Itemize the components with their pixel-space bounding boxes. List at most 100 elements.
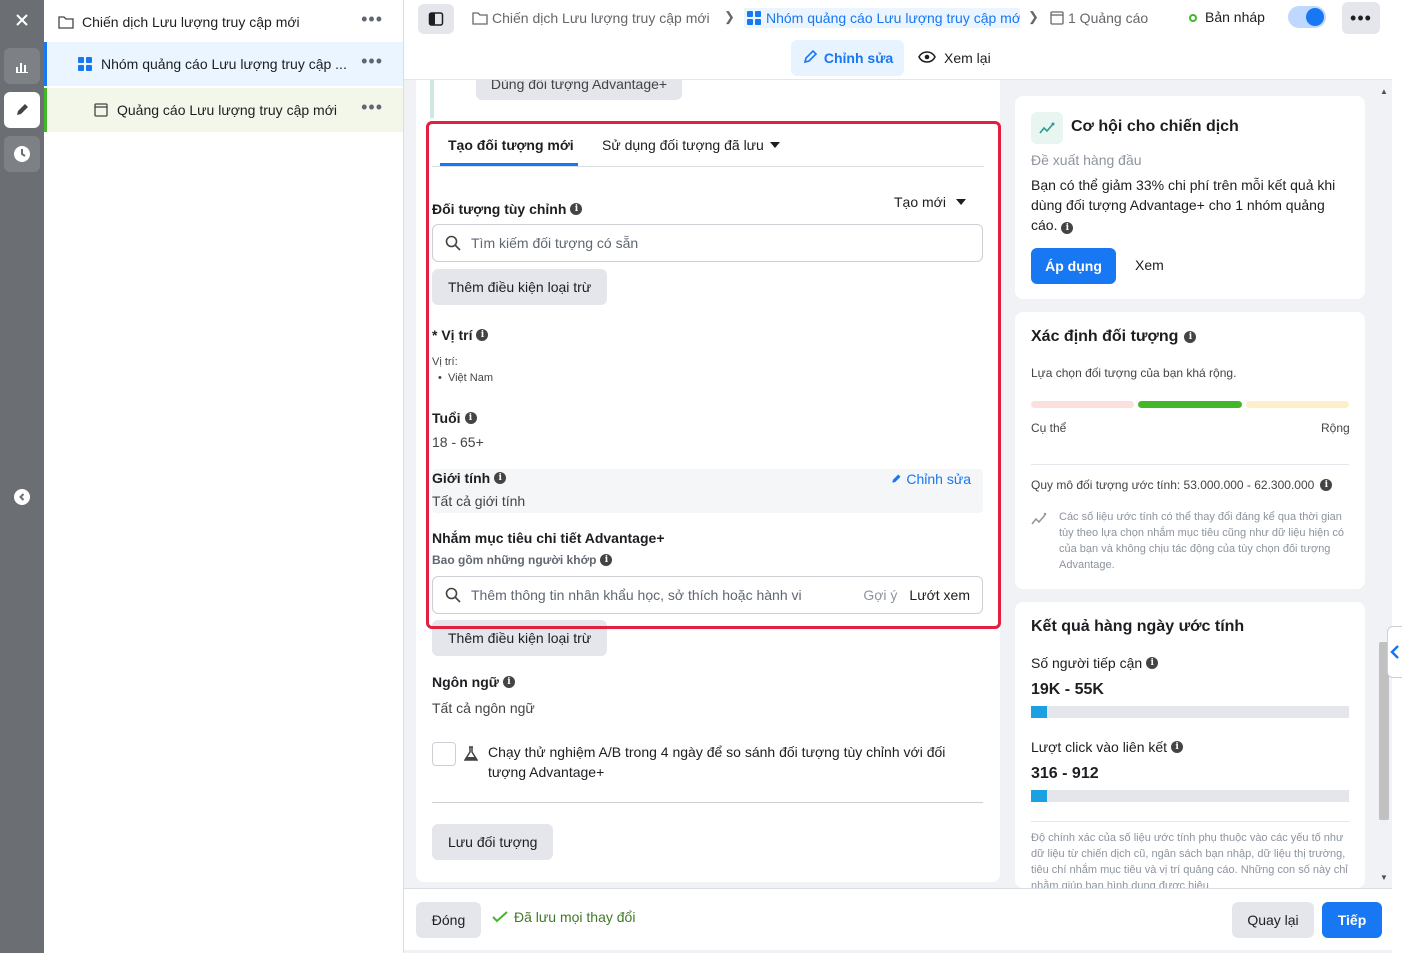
browse-link[interactable]: Lướt xem bbox=[909, 587, 970, 603]
search-icon bbox=[445, 235, 461, 251]
pencil-icon bbox=[892, 474, 901, 483]
info-icon[interactable]: i bbox=[1184, 331, 1197, 343]
more-options-button[interactable]: ••• bbox=[1342, 2, 1380, 34]
tree-item-label: Chiến dịch Lưu lượng truy cập mới bbox=[82, 14, 300, 30]
scroll-down-icon[interactable]: ▼ bbox=[1380, 873, 1388, 882]
tree-item-adset[interactable]: Nhóm quảng cáo Lưu lượng truy cập ... ••… bbox=[44, 42, 403, 86]
ad-icon bbox=[1050, 11, 1064, 25]
add-exclusion-button-2[interactable]: Thêm điều kiện loại trừ bbox=[432, 620, 608, 656]
info-icon[interactable]: i bbox=[1320, 479, 1333, 491]
side-panel-tab[interactable] bbox=[1387, 626, 1402, 678]
reach-bar bbox=[1031, 706, 1349, 718]
clock-icon[interactable] bbox=[4, 136, 40, 172]
next-button[interactable]: Tiếp bbox=[1322, 902, 1382, 938]
info-icon[interactable]: i bbox=[464, 412, 477, 424]
audience-definition-title: Xác định đối tượng i bbox=[1031, 328, 1197, 346]
audience-definition-card: Xác định đối tượng i Lựa chọn đối tượng … bbox=[1015, 312, 1365, 589]
adset-toggle[interactable] bbox=[1288, 6, 1326, 28]
suggest-link[interactable]: Gợi ý bbox=[863, 587, 897, 603]
eye-icon bbox=[918, 50, 936, 66]
ab-test-checkbox[interactable] bbox=[432, 742, 456, 766]
breadcrumb-campaign[interactable]: Chiến dịch Lưu lượng truy cập mới bbox=[472, 8, 712, 28]
advantage-plus-icon: + bbox=[656, 530, 665, 546]
opportunity-subtitle: Đề xuất hàng đầu bbox=[1031, 152, 1142, 168]
draft-status: Bản nháp bbox=[1205, 9, 1265, 25]
sparkle-chart-icon bbox=[1031, 112, 1063, 144]
info-icon[interactable]: i bbox=[1061, 222, 1074, 234]
info-icon[interactable]: i bbox=[476, 329, 489, 341]
grid-icon bbox=[746, 10, 762, 26]
opportunity-body: Bạn có thể giảm 33% chi phí trên mỗi kết… bbox=[1031, 177, 1336, 234]
info-icon[interactable]: i bbox=[494, 472, 507, 484]
tree-item-ad[interactable]: Quảng cáo Lưu lượng truy cập mới ••• bbox=[44, 88, 403, 132]
review-mode-button[interactable]: Xem lại bbox=[918, 40, 991, 76]
gender-edit-link[interactable]: Chỉnh sửa bbox=[890, 471, 971, 487]
info-icon[interactable]: i bbox=[600, 554, 613, 566]
apply-button[interactable]: Áp dụng bbox=[1031, 248, 1116, 284]
flask-icon bbox=[463, 746, 479, 765]
search-icon bbox=[445, 587, 461, 603]
breadcrumb-ads[interactable]: 1 Quảng cáo bbox=[1050, 8, 1160, 28]
search-actions: Gợi ý Lướt xem bbox=[863, 587, 970, 603]
info-icon[interactable]: i bbox=[1171, 741, 1184, 753]
more-icon[interactable]: ••• bbox=[361, 10, 383, 28]
tree-item-campaign[interactable]: Chiến dịch Lưu lượng truy cập mới ••• bbox=[44, 0, 403, 44]
location-sub-label: Vị trí: bbox=[432, 356, 458, 368]
close-button[interactable]: Đóng bbox=[416, 902, 481, 938]
chart-icon[interactable] bbox=[4, 48, 40, 84]
clicks-value: 316 - 912 bbox=[1031, 765, 1099, 782]
ad-icon bbox=[93, 102, 109, 118]
close-icon[interactable] bbox=[4, 2, 40, 38]
folder-icon bbox=[472, 11, 488, 25]
reach-label: Số người tiếp cận i bbox=[1031, 653, 1159, 673]
tree-item-label: Nhóm quảng cáo Lưu lượng truy cập ... bbox=[101, 56, 347, 72]
age-value: 18 - 65+ bbox=[432, 434, 484, 450]
audience-summary: Lựa chọn đối tượng của bạn khá rộng. bbox=[1031, 366, 1237, 380]
breadcrumb-adset[interactable]: Nhóm quảng cáo Lưu lượng truy cập mớ bbox=[744, 8, 1020, 28]
clicks-label: Lượt click vào liên kết i bbox=[1031, 737, 1184, 757]
age-label: Tuổi i bbox=[432, 410, 477, 426]
results-note: Độ chính xác của số liệu ước tính phụ th… bbox=[1031, 832, 1348, 888]
tab-create-new[interactable]: Tạo đối tượng mới bbox=[448, 137, 574, 153]
grid-icon bbox=[77, 56, 93, 72]
footer-bar: Đóng Đã lưu mọi thay đổi Quay lại Tiếp bbox=[404, 888, 1392, 950]
view-link[interactable]: Xem bbox=[1135, 257, 1164, 273]
edit-mode-button[interactable]: Chỉnh sửa bbox=[791, 40, 904, 76]
info-icon[interactable]: i bbox=[1146, 657, 1159, 669]
pencil-icon bbox=[802, 49, 818, 68]
gender-value: Tất cả giới tính bbox=[432, 493, 526, 509]
detailed-targeting-search[interactable]: Thêm thông tin nhân khẩu học, sở thích h… bbox=[432, 576, 983, 614]
collapse-icon[interactable] bbox=[14, 489, 30, 505]
add-exclusion-button[interactable]: Thêm điều kiện loại trừ bbox=[432, 269, 608, 305]
folder-icon bbox=[58, 14, 74, 30]
audience-form: Dùng đối tượng Advantage+ Tạo đối tượng … bbox=[416, 80, 1000, 882]
divider bbox=[432, 802, 983, 803]
sidebar-toggle-icon[interactable] bbox=[418, 4, 454, 34]
info-icon[interactable]: i bbox=[570, 203, 583, 215]
more-icon[interactable]: ••• bbox=[361, 98, 383, 116]
pencil-icon[interactable] bbox=[4, 92, 40, 128]
custom-audience-label: Đối tượng tùy chỉnh i bbox=[432, 201, 583, 217]
opportunity-card: Cơ hội cho chiến dịch Đề xuất hàng đầu B… bbox=[1015, 96, 1365, 299]
back-button[interactable]: Quay lại bbox=[1232, 902, 1314, 938]
clicks-bar-fill bbox=[1031, 790, 1047, 802]
reach-bar-fill bbox=[1031, 706, 1047, 718]
info-icon[interactable]: i bbox=[502, 676, 515, 688]
caret-down-icon bbox=[955, 199, 966, 205]
gender-row: Giới tính i Chỉnh sửa Tất cả giới tính bbox=[432, 469, 983, 513]
meter-segment-broad bbox=[1246, 401, 1349, 408]
create-new-dropdown[interactable]: Tạo mới bbox=[894, 194, 966, 210]
save-audience-button[interactable]: Lưu đối tượng bbox=[432, 824, 554, 860]
trend-icon bbox=[1031, 512, 1049, 529]
meter-segment-active bbox=[1138, 401, 1242, 408]
scroll-up-icon[interactable]: ▲ bbox=[1380, 87, 1388, 96]
more-icon[interactable]: ••• bbox=[361, 52, 383, 70]
tab-saved-audience[interactable]: Sử dụng đối tượng đã lưu bbox=[602, 137, 780, 153]
daily-results-card: Kết quả hàng ngày ước tính Số người tiếp… bbox=[1015, 602, 1365, 888]
opportunity-title: Cơ hội cho chiến dịch bbox=[1071, 118, 1239, 135]
custom-audience-search[interactable]: Tìm kiếm đối tượng có sẵn bbox=[432, 224, 983, 262]
campaign-tree: Chiến dịch Lưu lượng truy cập mới ••• Nh… bbox=[44, 0, 404, 953]
use-advantage-audience-button[interactable]: Dùng đối tượng Advantage+ bbox=[476, 80, 682, 100]
top-bar: Chiến dịch Lưu lượng truy cập mới ❯ Nhóm… bbox=[404, 0, 1392, 80]
divider bbox=[1031, 821, 1349, 822]
